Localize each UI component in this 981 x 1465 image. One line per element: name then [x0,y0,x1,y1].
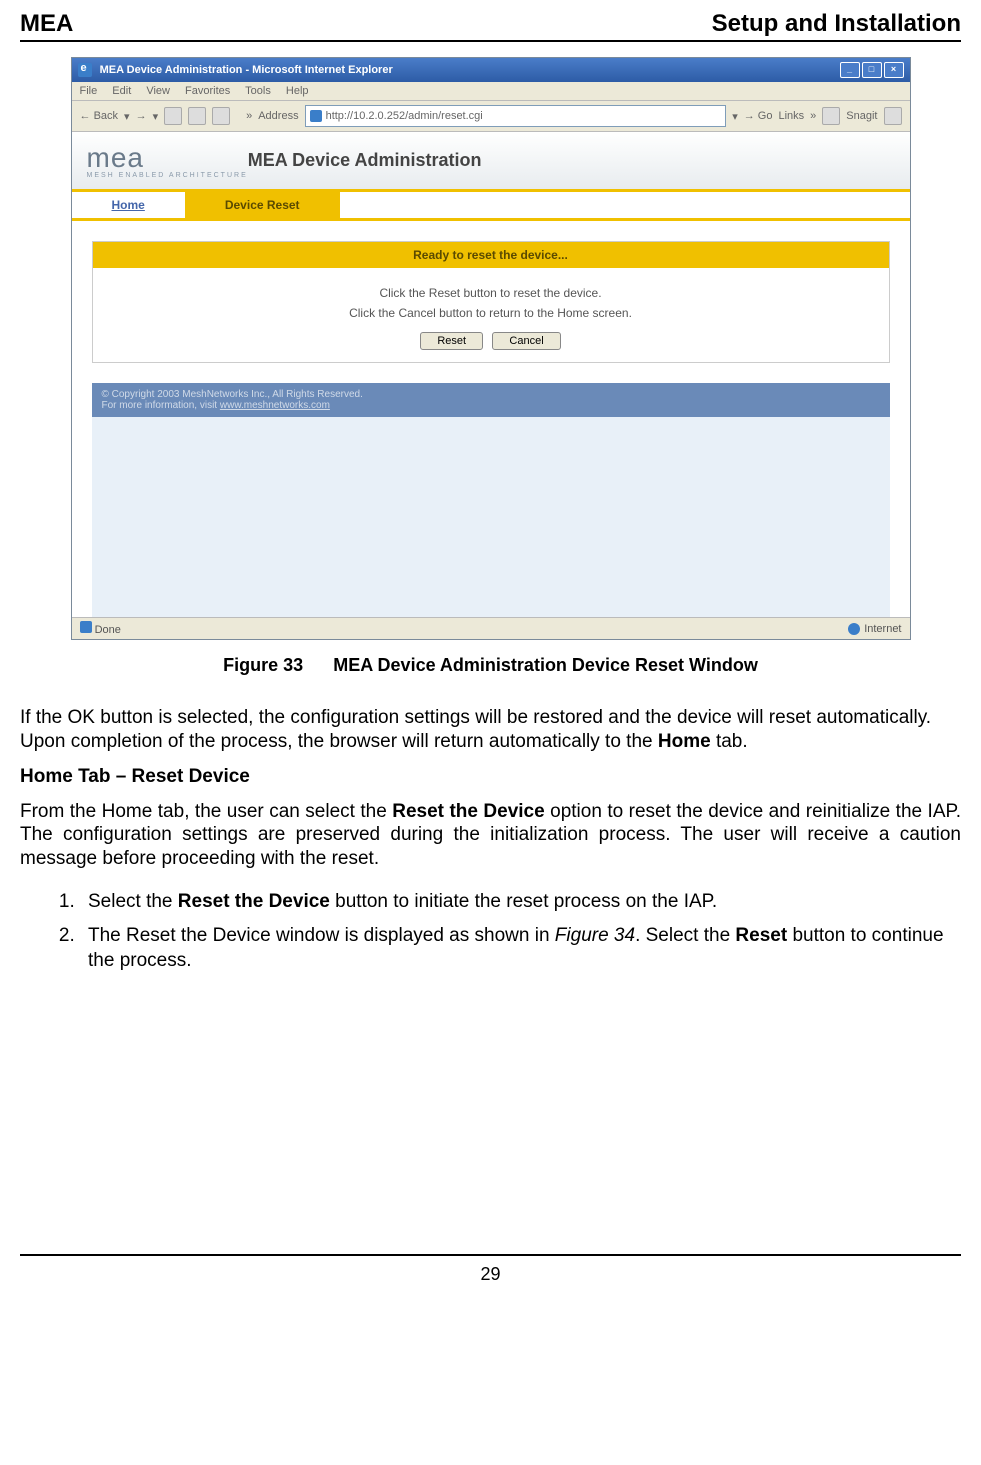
menu-favorites[interactable]: Favorites [185,85,230,97]
figure-caption: Figure 33 MEA Device Administration Devi… [20,655,961,676]
page-header: MEA Setup and Installation [20,10,961,42]
status-page-icon [80,621,92,633]
menu-edit[interactable]: Edit [112,85,131,97]
copyright-footer: © Copyright 2003 MeshNetworks Inc., All … [92,383,890,417]
menu-file[interactable]: File [80,85,98,97]
menu-tools[interactable]: Tools [245,85,271,97]
browser-statusbar: Done Internet [72,617,910,639]
copyright-text: © Copyright 2003 MeshNetworks Inc., All … [102,389,880,400]
address-input[interactable]: http://10.2.0.252/admin/reset.cgi [305,105,727,127]
blank-area [92,417,890,617]
ie-icon [78,63,92,77]
mea-page-title: MEA Device Administration [248,150,482,171]
refresh-icon[interactable] [188,107,206,125]
url-text: http://10.2.0.252/admin/reset.cgi [326,110,483,122]
forward-button[interactable]: → [136,110,147,122]
copyright-link-label: For more information, visit [102,400,220,411]
instruction-1: Click the Reset button to reset the devi… [105,286,877,300]
copyright-link[interactable]: www.meshnetworks.com [220,400,330,411]
menu-view[interactable]: View [146,85,170,97]
list-item-2: The Reset the Device window is displayed… [80,924,961,973]
mea-logo-sub: MESH ENABLED ARCHITECTURE [87,172,248,179]
menu-help[interactable]: Help [286,85,309,97]
panel-header: Ready to reset the device... [93,242,889,268]
address-label: Address [258,110,298,122]
snagit-window-icon[interactable] [884,107,902,125]
tabs-row: Home Device Reset [72,192,910,221]
figure-label: Figure 33 [223,655,303,675]
page-content: mea MESH ENABLED ARCHITECTURE MEA Device… [72,132,910,617]
page-icon [310,110,322,122]
browser-toolbar: ← Back ▾ → ▾ » Address http://10.2.0.252… [72,101,910,132]
mea-logo: mea [87,142,218,174]
list-item-1: Select the Reset the Device button to in… [80,890,961,915]
browser-menubar: File Edit View Favorites Tools Help [72,82,910,101]
panel-body: Click the Reset button to reset the devi… [93,268,889,362]
page-footer: 29 [20,1254,961,1285]
paragraph-1: If the OK button is selected, the config… [20,706,961,754]
subheading-home-tab: Home Tab – Reset Device [20,766,961,788]
window-title: MEA Device Administration - Microsoft In… [100,64,393,76]
reset-panel: Ready to reset the device... Click the R… [92,241,890,363]
window-controls: _ □ × [840,62,904,78]
header-left: MEA [20,10,73,38]
globe-icon [848,623,860,635]
links-label[interactable]: Links [778,110,804,122]
figure-text: MEA Device Administration Device Reset W… [333,655,758,675]
maximize-button[interactable]: □ [862,62,882,78]
paragraph-2: From the Home tab, the user can select t… [20,800,961,871]
browser-window: MEA Device Administration - Microsoft In… [71,57,911,640]
snagit-label: Snagit [846,110,877,122]
tab-device-reset[interactable]: Device Reset [185,192,340,218]
reset-button[interactable]: Reset [420,332,483,350]
numbered-list: Select the Reset the Device button to in… [20,890,961,974]
snagit-icon[interactable] [822,107,840,125]
header-right: Setup and Installation [712,10,961,38]
browser-titlebar: MEA Device Administration - Microsoft In… [72,58,910,82]
minimize-button[interactable]: _ [840,62,860,78]
status-text: Done [95,624,121,636]
back-button[interactable]: ← Back [80,110,119,122]
go-button[interactable]: → Go [744,110,773,122]
close-button[interactable]: × [884,62,904,78]
cancel-button[interactable]: Cancel [492,332,560,350]
status-zone: Internet [864,623,901,635]
home-icon[interactable] [212,107,230,125]
stop-icon[interactable] [164,107,182,125]
tab-home[interactable]: Home [72,192,185,218]
screenshot-container: MEA Device Administration - Microsoft In… [71,57,911,640]
page-number: 29 [480,1264,500,1284]
instruction-2: Click the Cancel button to return to the… [105,306,877,320]
mea-header: mea MESH ENABLED ARCHITECTURE MEA Device… [72,132,910,192]
